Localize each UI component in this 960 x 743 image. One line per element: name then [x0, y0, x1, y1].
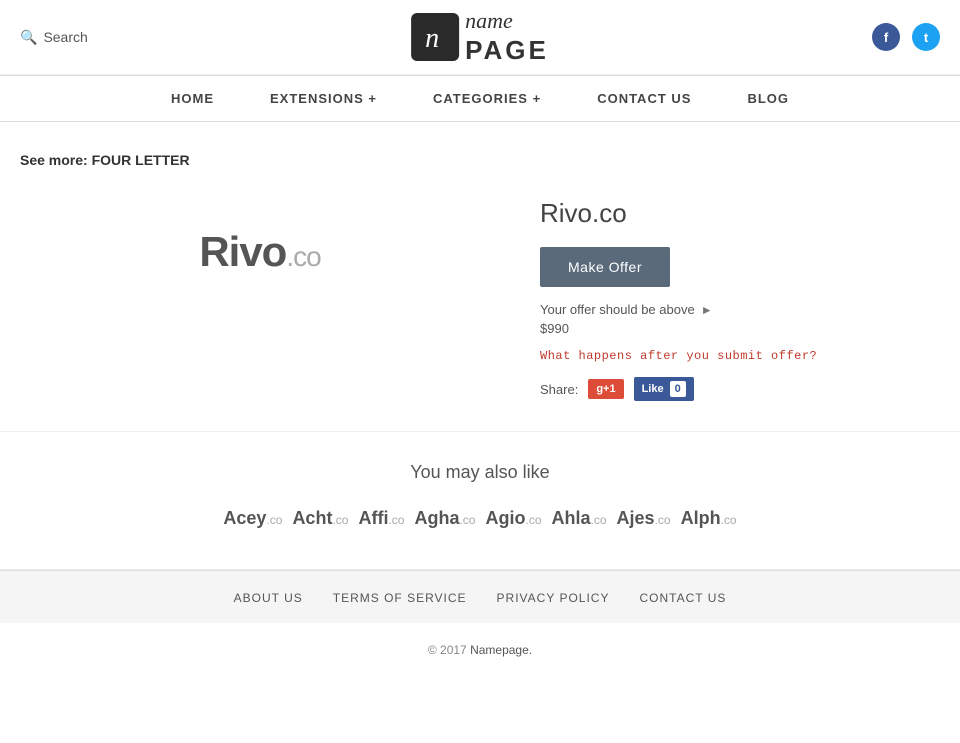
also-like-section: You may also like Acey.coAcht.coAffi.coA…	[0, 432, 960, 569]
nav-item: HOME	[143, 76, 242, 121]
main-content: See more: FOUR LETTER Rivo.co Rivo.co Ma…	[0, 122, 960, 431]
domain-info: Rivo.co Make Offer Your offer should be …	[540, 188, 940, 401]
svg-text:n: n	[425, 23, 439, 53]
similar-domain-item[interactable]: Acey.co	[223, 508, 282, 529]
similar-domain-item[interactable]: Acht.co	[292, 508, 348, 529]
share-label: Share:	[540, 382, 578, 397]
breadcrumb: See more: FOUR LETTER	[20, 152, 940, 168]
make-offer-button[interactable]: Make Offer	[540, 247, 670, 287]
main-nav: HOMEEXTENSIONS +CATEGORIES +CONTACT USBL…	[0, 75, 960, 122]
footer-brand-link[interactable]: Namepage.	[470, 643, 532, 657]
offer-hint: Your offer should be above ►	[540, 302, 940, 317]
twitter-icon[interactable]: t	[912, 23, 940, 51]
similar-domain-item[interactable]: Ajes.co	[617, 508, 671, 529]
nav-link[interactable]: CONTACT US	[569, 76, 719, 121]
offer-price: $990	[540, 321, 940, 336]
nav-link[interactable]: BLOG	[719, 76, 817, 121]
domain-logo-text: Rivo.co	[199, 228, 320, 276]
facebook-icon[interactable]: f	[872, 23, 900, 51]
footer-links: ABOUT US TERMS OF SERVICE PRIVACY POLICY CO…	[0, 570, 960, 623]
search-area[interactable]: 🔍 Search	[20, 29, 88, 46]
similar-domain-item[interactable]: Alph.co	[681, 508, 737, 529]
similar-domain-item[interactable]: Agio.co	[485, 508, 541, 529]
footer-nav-item: CONTACT US	[639, 589, 726, 605]
similar-domain-item[interactable]: Ahla.co	[552, 508, 607, 529]
footer-nav-item: ABOUT US	[234, 589, 303, 605]
similar-domain-item[interactable]: Affi.co	[358, 508, 404, 529]
nav-link[interactable]: CATEGORIES +	[405, 76, 569, 121]
gplus-button[interactable]: g+1	[588, 379, 623, 399]
search-label: Search	[43, 29, 87, 45]
breadcrumb-link[interactable]: FOUR LETTER	[92, 152, 190, 168]
share-area: Share: g+1 Like 0	[540, 377, 940, 401]
domain-logo-display: Rivo.co	[20, 188, 500, 316]
social-links: f t	[872, 23, 940, 51]
similar-domains: Acey.co Acht.co Affi.co Agha.co Agio.co Ahla.…	[20, 508, 940, 529]
nav-item: CONTACT US	[569, 76, 719, 121]
domain-title: Rivo.co	[540, 198, 940, 229]
arrow-icon: ►	[701, 303, 713, 317]
footer-nav-link[interactable]: PRIVACY POLICY	[497, 591, 610, 605]
nav-item: BLOG	[719, 76, 817, 121]
submit-offer-link[interactable]: What happens after you submit offer?	[540, 349, 817, 363]
footer-nav-item: PRIVACY POLICY	[497, 589, 610, 605]
site-logo[interactable]: n name PAGE	[411, 8, 549, 66]
nav-link[interactable]: EXTENSIONS +	[242, 76, 405, 121]
site-header: 🔍 Search n name PAGE f t	[0, 0, 960, 75]
logo-text: name PAGE	[465, 8, 549, 66]
nav-link[interactable]: HOME	[143, 76, 242, 121]
footer-nav-link[interactable]: ABOUT US	[234, 591, 303, 605]
facebook-like-button[interactable]: Like 0	[634, 377, 694, 401]
footer-nav-link[interactable]: TERMS OF SERVICE	[333, 591, 467, 605]
footer-nav-link[interactable]: CONTACT US	[639, 591, 726, 605]
domain-area: Rivo.co Rivo.co Make Offer Your offer sh…	[20, 188, 940, 401]
also-like-title: You may also like	[20, 462, 940, 483]
nav-item: EXTENSIONS +	[242, 76, 405, 121]
logo-icon: n	[411, 13, 459, 61]
footer-copy: © 2017 Namepage.	[0, 623, 960, 677]
nav-item: CATEGORIES +	[405, 76, 569, 121]
similar-domain-item[interactable]: Agha.co	[414, 508, 475, 529]
footer-nav-item: TERMS OF SERVICE	[333, 589, 467, 605]
search-icon: 🔍	[20, 29, 37, 46]
